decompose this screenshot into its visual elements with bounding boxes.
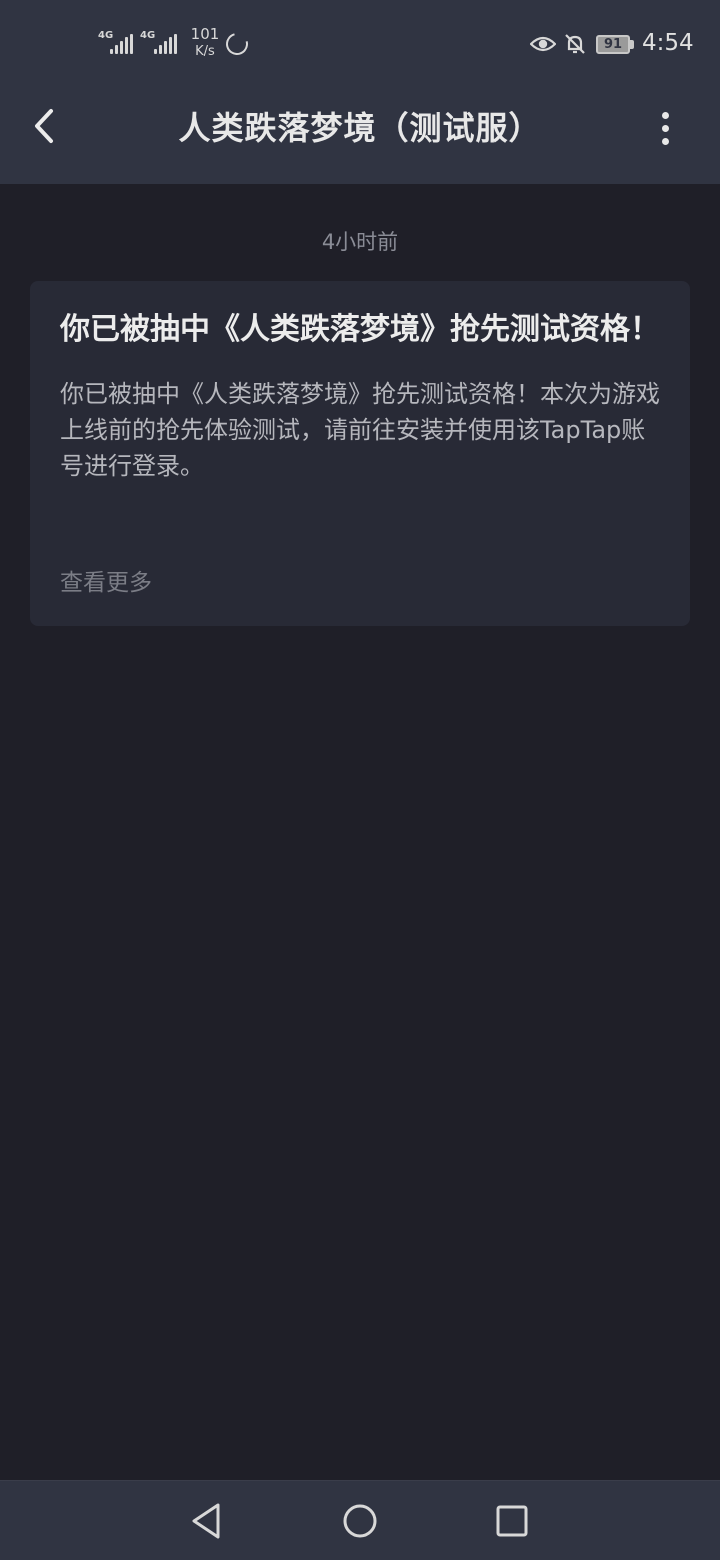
sync-icon <box>221 28 253 60</box>
page-title: 人类跌落梦境（测试服） <box>178 109 542 147</box>
back-button[interactable] <box>24 106 64 146</box>
eye-comfort-icon <box>530 36 556 52</box>
battery-level: 91 <box>603 37 623 52</box>
signal-strength-icon-1: 4G <box>98 30 134 56</box>
message-timestamp: 4小时前 <box>321 230 399 254</box>
screen: 4G 4G 101 K/s 91 4:54 人类跌落梦境（测试服） 4小时前 你… <box>0 0 720 1560</box>
message-title: 你已被抽中《人类跌落梦境》抢先测试资格！ <box>60 312 660 347</box>
message-card[interactable]: 你已被抽中《人类跌落梦境》抢先测试资格！ 你已被抽中《人类跌落梦境》抢先测试资格… <box>30 281 690 626</box>
network-speed: 101 K/s <box>188 26 222 60</box>
more-dot-icon <box>662 138 669 145</box>
app-bar: 人类跌落梦境（测试服） <box>0 88 720 184</box>
chevron-left-icon <box>35 109 53 143</box>
message-body: 你已被抽中《人类跌落梦境》抢先测试资格！本次为游戏上线前的抢先体验测试，请前往安… <box>60 380 660 480</box>
network-speed-unit: K/s <box>195 44 215 59</box>
system-navigation-bar <box>0 1480 720 1560</box>
bell-off-icon <box>565 34 585 54</box>
status-bar: 4G 4G 101 K/s 91 4:54 <box>0 0 720 88</box>
nav-recents-icon[interactable] <box>490 1499 534 1543</box>
battery-icon: 91 <box>596 35 634 54</box>
view-more-link[interactable]: 查看更多 <box>60 563 152 597</box>
more-dot-icon <box>662 125 669 132</box>
header-block: 4G 4G 101 K/s 91 4:54 人类跌落梦境（测试服） <box>0 0 720 184</box>
clock: 4:54 <box>642 30 694 56</box>
more-options-button[interactable] <box>648 106 684 150</box>
signal-strength-icon-2: 4G <box>140 30 180 56</box>
network-speed-value: 101 <box>190 25 220 43</box>
nav-back-icon[interactable] <box>184 1499 228 1543</box>
more-dot-icon <box>662 112 669 119</box>
nav-home-icon[interactable] <box>338 1499 382 1543</box>
